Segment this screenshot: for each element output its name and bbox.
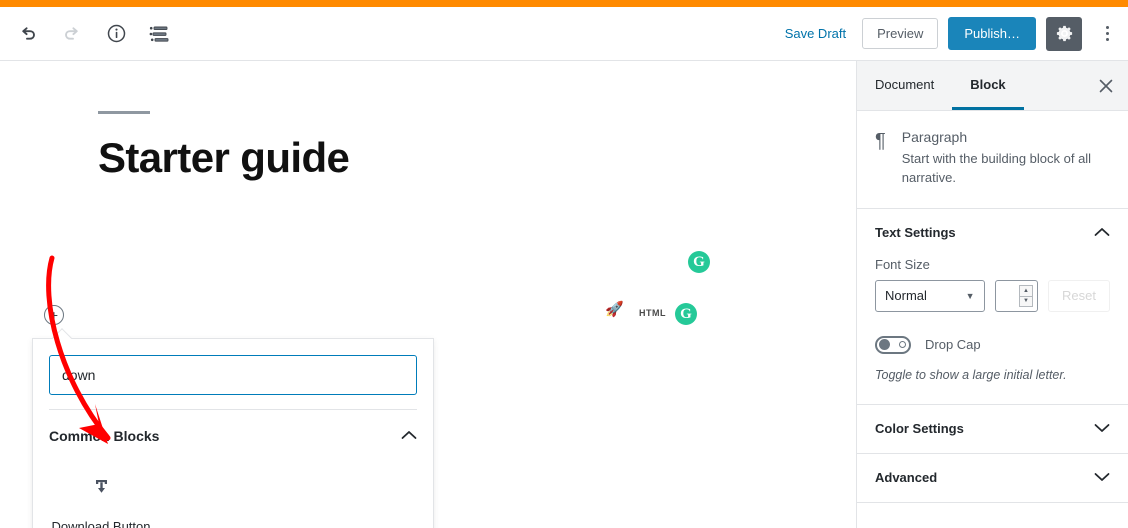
undo-icon[interactable] <box>6 12 50 56</box>
panel-color-settings: Color Settings <box>857 405 1128 454</box>
header-right-actions: Save Draft Preview Publish… <box>779 16 1128 51</box>
grammarly-circle-icon[interactable]: G <box>688 251 710 273</box>
panel-title: Text Settings <box>875 225 956 241</box>
grammarly-g-badge: G <box>675 303 697 325</box>
panel-text-settings-header[interactable]: Text Settings <box>875 209 1110 257</box>
inserter-block-label: Download Button <box>51 519 151 528</box>
chevron-up-icon[interactable] <box>401 427 417 445</box>
custom-font-size-stepper[interactable]: ▲ ▼ <box>994 279 1039 312</box>
wp-admin-bar <box>0 0 1128 7</box>
gear-icon <box>1056 25 1072 42</box>
save-draft-button[interactable]: Save Draft <box>779 22 852 45</box>
block-search-input[interactable] <box>49 355 417 395</box>
toggle-knob <box>879 339 890 351</box>
font-size-value: Normal <box>885 288 927 304</box>
post-title[interactable]: Starter guide <box>98 134 856 182</box>
font-size-select[interactable]: Normal ▼ <box>875 279 985 312</box>
grammarly-g-badge: G <box>688 251 710 273</box>
drop-cap-label: Drop Cap <box>925 337 981 353</box>
panel-title: Advanced <box>875 470 938 486</box>
publish-button[interactable]: Publish… <box>948 17 1036 50</box>
sidebar-tabs: Document Block <box>857 61 1128 111</box>
panel-text-settings: Text Settings Font Size Normal ▼ ▲ ▼ Res… <box>857 209 1128 405</box>
chevron-down-icon-svg <box>1094 423 1110 432</box>
rocket-icon: 🚀 <box>605 301 624 318</box>
font-size-reset-button[interactable]: Reset <box>1048 279 1110 312</box>
info-icon-svg <box>107 24 125 43</box>
inserter-search-wrap <box>33 339 433 409</box>
chevron-up-icon-svg <box>1094 227 1110 236</box>
add-block-button[interactable]: + <box>44 305 64 325</box>
panel-title: Color Settings <box>875 421 964 437</box>
drop-cap-help-text: Toggle to show a large initial letter. <box>875 367 1067 382</box>
settings-gear-button[interactable] <box>1046 16 1082 51</box>
preview-button[interactable]: Preview <box>862 18 939 49</box>
block-info-card: ¶ Paragraph Start with the building bloc… <box>857 111 1128 209</box>
stepper-buttons[interactable]: ▲ ▼ <box>1019 284 1034 307</box>
font-size-label: Font Size <box>875 256 930 272</box>
undo-icon-svg <box>22 26 35 40</box>
block-navigation-icon[interactable] <box>138 12 182 56</box>
html-badge-icon: HTML <box>639 308 666 318</box>
download-icon <box>92 477 111 501</box>
paragraph-icon: ¶ <box>875 130 886 152</box>
kebab-dot <box>1105 32 1109 35</box>
panel-color-settings-header[interactable]: Color Settings <box>875 405 1110 453</box>
editor-canvas: Starter guide G 🚀 HTML G + Common Blocks <box>0 61 856 528</box>
kebab-dot <box>1105 38 1109 41</box>
chevron-down-icon-svg <box>1094 472 1110 481</box>
block-name: Paragraph <box>901 129 968 145</box>
block-navigation-icon-svg <box>149 26 169 42</box>
chevron-down-icon[interactable] <box>1094 420 1110 438</box>
tab-document[interactable]: Document <box>857 61 952 110</box>
redo-icon[interactable] <box>50 12 94 56</box>
close-sidebar-button[interactable] <box>1084 61 1128 110</box>
stepper-decrement-button[interactable]: ▼ <box>1019 295 1034 307</box>
panel-text-settings-body: Font Size Normal ▼ ▲ ▼ Reset Drop Cap To… <box>875 257 1110 404</box>
chevron-up-icon[interactable] <box>1094 224 1110 242</box>
tab-block[interactable]: Block <box>952 61 1024 110</box>
chevron-up-icon-svg <box>401 431 417 439</box>
grammarly-circle-overlay-icon[interactable]: G <box>675 303 697 325</box>
settings-sidebar: Document Block ¶ Paragraph Start with th… <box>856 61 1128 528</box>
toggle-off-indicator <box>899 341 906 349</box>
font-size-controls: Normal ▼ ▲ ▼ Reset <box>875 279 1110 312</box>
chevron-down-icon: ▼ <box>965 290 975 301</box>
editor-header: Save Draft Preview Publish… <box>0 7 1128 61</box>
redo-icon-svg <box>65 26 78 40</box>
chevron-down-icon[interactable] <box>1094 469 1110 487</box>
block-description: Start with the building block of all nar… <box>901 151 1092 185</box>
stepper-increment-button[interactable]: ▲ <box>1019 284 1034 296</box>
inserter-block-download-button[interactable]: Download Button <box>47 465 155 528</box>
close-icon <box>1099 79 1113 92</box>
drop-cap-toggle[interactable] <box>875 335 911 354</box>
block-inserter-panel: Common Blocks Download Button <box>32 328 434 528</box>
block-info-text: Paragraph Start with the building block … <box>902 129 1110 188</box>
info-icon[interactable] <box>94 12 138 56</box>
inserter-block-grid: Download Button <box>33 459 433 528</box>
more-options-button[interactable] <box>1092 17 1122 51</box>
header-left-tools <box>0 12 182 56</box>
download-icon-svg <box>95 480 107 493</box>
inserter-category-common-blocks[interactable]: Common Blocks <box>33 410 433 459</box>
kebab-dot <box>1105 26 1109 29</box>
inserter-category-label: Common Blocks <box>49 428 160 444</box>
title-divider <box>98 111 150 114</box>
drop-cap-row: Drop Cap <box>875 335 1110 354</box>
post-content: Starter guide <box>0 61 856 182</box>
panel-advanced-header[interactable]: Advanced <box>875 454 1110 502</box>
panel-advanced: Advanced <box>857 454 1128 503</box>
